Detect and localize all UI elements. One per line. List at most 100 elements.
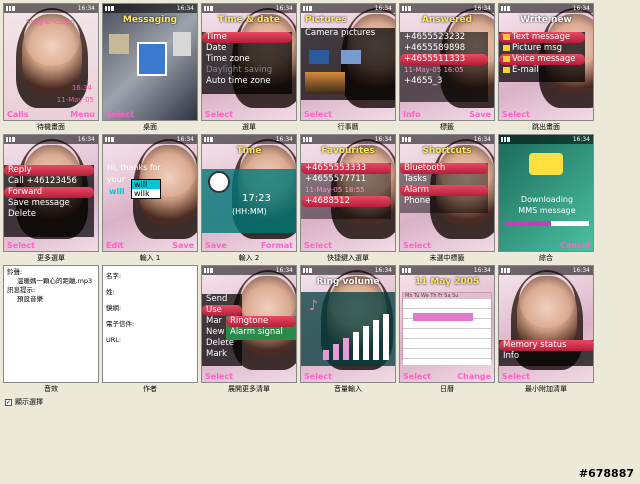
screen-title: Shortcuts (422, 146, 472, 156)
softkey-right[interactable]: Save (172, 241, 194, 250)
call-entry[interactable]: +4655523232 (400, 32, 488, 43)
screen-title: Time (236, 146, 262, 156)
favourite-entry[interactable]: +4688512 (301, 196, 391, 207)
preview-write-new[interactable]: 16:34 Write new Text message Picture msg… (498, 3, 594, 133)
calendar-title: 11 May 2005 (414, 277, 480, 287)
preview-input-2[interactable]: 16:34 Time 17:23 (HH:MM) Save Format 輸入 … (201, 134, 297, 264)
voice-icon (503, 55, 510, 62)
screen-title: Messaging (122, 15, 178, 25)
preview-desktop[interactable]: 16:34 Messaging Select 桌面 (102, 3, 198, 133)
preview-caption: 日曆 (440, 385, 454, 393)
preview-caption: 跳出畫面 (532, 123, 560, 131)
preview-calendar[interactable]: 16:34 11 May 2005 Mo Tu We Th Fr Sa Su S… (399, 265, 495, 395)
menu-item[interactable]: Date (202, 43, 292, 54)
softkey-right[interactable]: Change (457, 372, 491, 381)
menu-item[interactable]: Call +46123456 (4, 176, 94, 187)
softkey-left[interactable]: Select (403, 372, 431, 381)
preview-favourites[interactable]: 16:34 Favourites +4655553333 +4655577711… (300, 134, 396, 264)
favourite-time: 11-May-05 18:55 (305, 186, 365, 194)
menu-item[interactable]: Picture msg (512, 43, 562, 53)
menu-item[interactable]: Text message (512, 32, 570, 42)
shortcut-item[interactable]: Phone (400, 196, 488, 207)
info-sound: 鈴聲: 溫暖媽一顆心的距離.mp3 訊息提示: 預設音樂 音效 (3, 265, 99, 395)
softkey-left[interactable]: Select (304, 372, 332, 381)
menu-item[interactable]: Time (202, 32, 292, 43)
softkey-right[interactable]: Save (469, 110, 491, 119)
preview-ring-volume[interactable]: 16:34 Ring volume ♪ Select 音量輸入 (300, 265, 396, 395)
menu-item[interactable]: Reply (4, 165, 94, 176)
call-entry[interactable]: +4655511333 (400, 54, 488, 65)
softkey-left[interactable]: Calls (7, 110, 29, 119)
softkey-left[interactable]: Select (7, 241, 35, 250)
menu-item[interactable]: Use (202, 305, 242, 316)
softkey-right[interactable]: Format (261, 241, 293, 250)
softkey-left[interactable]: Info (403, 110, 421, 119)
preview-expanded-list[interactable]: 16:34 Send Use Mar New Delete Mark Ringt… (201, 265, 297, 395)
preview-caption: 待機畫面 (37, 123, 65, 131)
preview-menu[interactable]: 16:34 Time & date Time Date Time zone Da… (201, 3, 297, 133)
softkey-left[interactable]: Select (304, 110, 332, 119)
menu-item[interactable]: Mark (202, 349, 242, 360)
softkey-left[interactable]: Select (403, 241, 431, 250)
menu-item[interactable]: Save message (4, 198, 94, 209)
field-label: URL: (106, 336, 122, 344)
softkey-left[interactable]: Select (106, 110, 134, 119)
shortcut-item[interactable]: Alarm (400, 185, 488, 196)
shortcut-item[interactable]: Tasks (400, 174, 488, 185)
input-text[interactable]: your (107, 175, 125, 184)
menu-item[interactable]: Delete (4, 209, 94, 220)
menu-item[interactable]: Voice message (512, 54, 576, 64)
menu-item[interactable]: Time zone (202, 54, 292, 65)
softkey-left[interactable]: Select (502, 372, 530, 381)
picture-icon (503, 44, 510, 51)
submenu-item[interactable]: Alarm signal (226, 327, 296, 338)
call-entry[interactable]: +4655589898 (400, 43, 488, 54)
menu-item[interactable]: Daylight saving (202, 65, 292, 76)
preview-min-list[interactable]: 16:34 Memory status Info Select 最小附加清單 (498, 265, 594, 395)
screen-title: Write new (520, 15, 572, 25)
preview-standby[interactable]: 16:34 Sony Ericsson 16:34 11-May-05 Call… (3, 3, 99, 133)
softkey-left[interactable]: Select (205, 372, 233, 381)
call-entry[interactable]: +4655_3 (400, 76, 488, 87)
softkey-left[interactable]: Select (205, 110, 233, 119)
watermark: #678887 (578, 467, 634, 480)
menu-item[interactable]: Forward (4, 187, 94, 198)
softkey-left[interactable]: Select (304, 241, 332, 250)
picture-thumbnail[interactable] (309, 50, 329, 64)
word-suggestion[interactable]: will (132, 180, 160, 189)
submenu-item[interactable]: Ringtone (226, 316, 296, 327)
music-note-icon: ♪ (309, 298, 318, 314)
checkbox-check-icon: ✓ (5, 398, 12, 406)
preview-caption: 最小附加清單 (525, 385, 567, 393)
preview-download[interactable]: 16:34 Downloading MMS message Cancel 綜合 (498, 134, 594, 264)
menu-item[interactable]: E-mail (512, 65, 539, 75)
softkey-left[interactable]: Edit (106, 241, 124, 250)
softkey-right[interactable]: Menu (70, 110, 95, 119)
calendar-grid[interactable]: Mo Tu We Th Fr Sa Su (402, 292, 492, 365)
softkey-left[interactable]: Select (502, 110, 530, 119)
word-suggestion[interactable]: wilk (132, 189, 160, 198)
shortcut-item[interactable]: Bluetooth (400, 163, 488, 174)
favourite-entry[interactable]: +4655577711 (301, 174, 391, 185)
softkey-right[interactable]: Cancel (560, 241, 590, 250)
time-value[interactable]: 17:23 (242, 193, 271, 204)
menu-item[interactable]: Send (202, 294, 242, 305)
preview-input-1[interactable]: 16:34 Hi, thanks for your will wilk will… (102, 134, 198, 264)
picture-thumbnail[interactable] (305, 72, 345, 94)
preview-shortcuts[interactable]: 16:34 Shortcuts Bluetooth Tasks Alarm Ph… (399, 134, 495, 264)
show-selection-checkbox[interactable]: ✓ 顯示選擇 (5, 397, 43, 407)
screen-title: Ring volume (316, 277, 380, 287)
menu-item[interactable]: Auto time zone (202, 76, 292, 87)
preview-caption: 標籤 (440, 123, 454, 131)
favourite-entry[interactable]: +4655553333 (301, 163, 391, 174)
input-text[interactable]: Hi, thanks for (107, 163, 161, 172)
picture-thumbnail[interactable] (341, 50, 361, 64)
preview-more-menu[interactable]: 16:34 Reply Call +46123456 Forward Save … (3, 134, 99, 264)
menu-item[interactable]: Memory status (499, 340, 593, 351)
softkey-left[interactable]: Save (205, 241, 227, 250)
preview-pictures[interactable]: 16:34 Pictures Camera pictures Select 行事… (300, 3, 396, 133)
preview-answered[interactable]: 16:34 Answered +4655523232 +4655589898 +… (399, 3, 495, 133)
document-icon (173, 32, 191, 56)
volume-meter[interactable]: ♪ (301, 292, 395, 366)
menu-item[interactable]: Info (499, 351, 593, 362)
